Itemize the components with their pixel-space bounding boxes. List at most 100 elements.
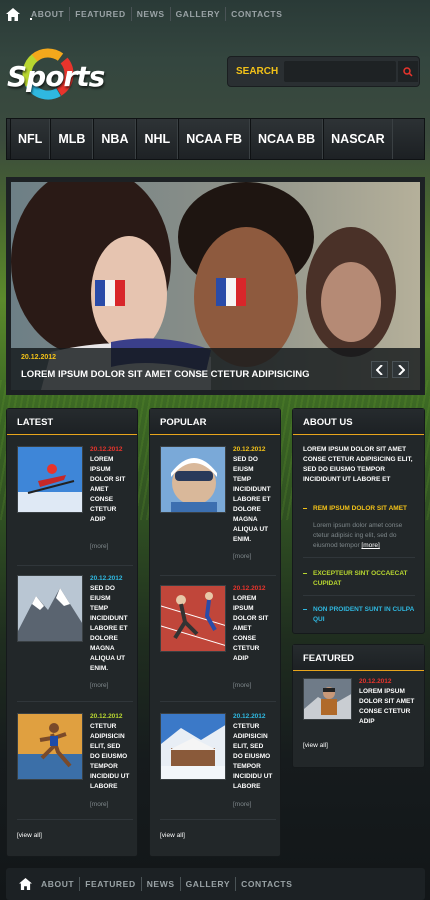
bullet-icon [303,508,307,509]
divider [17,565,133,566]
item-date: 20.12.2012 [233,713,266,720]
item-date: 20.12.2012 [233,446,266,453]
chevron-right-icon [397,364,405,375]
divider [17,701,133,702]
view-all-link[interactable]: [view all] [17,832,42,839]
item-date: 20.12.2012 [233,585,266,592]
about-link-3[interactable]: NON PROIDENT SUNT IN CULPA QUI [303,605,415,625]
hero-title[interactable]: LOREM IPSUM DOLOR SIT AMET CONSE CTETUR … [21,369,310,380]
search-icon [403,66,413,77]
item-date: 20.12.2012 [90,713,123,720]
popular-thumb-track[interactable] [160,585,226,652]
popular-thumb-skier-portrait[interactable] [160,446,226,513]
more-link[interactable]: [more] [233,553,251,560]
search-label: SEARCH [236,66,279,77]
search-input[interactable] [284,61,396,82]
item-text[interactable]: LOREM IPSUM DOLOR SIT AMET CONSE CTETUR … [90,455,130,525]
top-nav: ABOUT FEATURED NEWS GALLERY CONTACTS [0,0,430,28]
about-link-1-sub: Lorem ipsum dolor amet conse ctetur adip… [313,522,403,549]
menu-ncaa-fb[interactable]: NCAA FB [178,119,250,159]
chevron-left-icon [375,364,383,375]
sports-menu: NFL MLB NBA NHL NCAA FB NCAA BB NASCAR [6,118,425,160]
divider [160,701,276,702]
nav-about[interactable]: ABOUT [26,7,69,21]
featured-text-block: 20.12.2012 LOREM IPSUM DOLOR SIT AMET CO… [359,678,419,727]
menu-nhl[interactable]: NHL [136,119,179,159]
search-box: SEARCH [227,56,420,87]
divider [303,557,415,558]
more-link[interactable]: [more] [233,801,251,808]
divider [303,595,415,596]
menu-nascar[interactable]: NASCAR [323,119,393,159]
featured-panel: FEATURED 20.12.2012 LOREM IPSUM DOLOR SI… [292,644,425,768]
divider [160,819,276,820]
latest-thumb-runner[interactable] [17,713,83,780]
about-panel: ABOUT US LOREM IPSUM DOLOR SIT AMET CONS… [292,408,425,634]
popular-title: POPULAR [150,409,280,435]
more-link[interactable]: [more] [90,543,108,550]
divider [160,575,276,576]
nav-news[interactable]: NEWS [130,7,170,21]
slider-prev-button[interactable] [371,361,388,378]
featured-date: 20.12.2012 [359,678,392,685]
logo-text: Sports [7,60,105,93]
nav-gallery[interactable]: GALLERY [169,7,226,21]
item-text[interactable]: SED DO EIUSM TEMP INCIDIDUNT LABORE ET D… [233,455,273,545]
more-link[interactable]: [more] [90,682,108,689]
about-title: ABOUT US [293,409,424,435]
about-link-1-desc: Lorem ipsum dolor amet conse ctetur adip… [313,521,415,551]
item-date: 20.12.2012 [90,575,123,582]
footer-nav: ABOUT FEATURED NEWS GALLERY CONTACTS [6,868,425,900]
menu-mlb[interactable]: MLB [50,119,94,159]
featured-view-all[interactable]: [view all] [303,742,328,749]
more-link[interactable]: [more] [233,682,251,689]
hero-date: 20.12.2012 [21,354,57,361]
slider-next-button[interactable] [392,361,409,378]
hero-caption: 20.12.2012 LOREM IPSUM DOLOR SIT AMET CO… [11,348,420,390]
home-icon [6,7,20,21]
item-text[interactable]: CTETUR ADIPISICIN ELIT, SED DO EIUSMO TE… [233,722,273,792]
featured-thumb[interactable] [303,678,352,720]
hero-slider[interactable]: 20.12.2012 LOREM IPSUM DOLOR SIT AMET CO… [6,177,425,395]
footer-home-button[interactable] [14,870,36,898]
menu-nfl[interactable]: NFL [10,119,51,159]
home-button[interactable] [0,0,26,28]
item-text[interactable]: CTETUR ADIPISICIN ELIT, SED DO EIUSMO TE… [90,722,130,792]
bullet-icon [303,573,307,574]
active-indicator [30,18,32,20]
menu-nba[interactable]: NBA [93,119,137,159]
footer-nav-featured[interactable]: FEATURED [79,877,140,891]
latest-thumb-skier[interactable] [17,446,83,513]
latest-title: LATEST [7,409,137,435]
about-link-2[interactable]: EXCEPTEUR SINT OCCAECAT CUPIDAT [303,569,415,589]
bullet-icon [303,609,307,610]
latest-thumb-mountain[interactable] [17,575,83,642]
search-button[interactable] [398,61,418,82]
latest-panel: LATEST 20.12.2012 LOREM IPSUM DOLOR SIT … [6,408,138,857]
popular-thumb-resort[interactable] [160,713,226,780]
nav-contacts[interactable]: CONTACTS [225,7,287,21]
about-more-link[interactable]: [more] [361,542,379,549]
site-logo[interactable]: Sports [4,42,124,110]
item-text[interactable]: LOREM IPSUM DOLOR SIT AMET CONSE CTETUR … [233,594,273,664]
featured-text[interactable]: LOREM IPSUM DOLOR SIT AMET CONSE CTETUR … [359,687,419,727]
menu-ncaa-bb[interactable]: NCAA BB [249,119,324,159]
divider [17,819,133,820]
nav-featured[interactable]: FEATURED [69,7,130,21]
about-text: LOREM IPSUM DOLOR SIT AMET CONSE CTETUR … [303,446,413,483]
popular-panel: POPULAR 20.12.2012 SED DO EIUSM TEMP INC… [149,408,281,857]
footer-nav-about[interactable]: ABOUT [36,877,79,891]
about-link-3-text[interactable]: NON PROIDENT SUNT IN CULPA QUI [303,605,415,625]
home-icon [18,878,32,890]
more-link[interactable]: [more] [90,801,108,808]
item-date: 20.12.2012 [90,446,123,453]
about-link-1[interactable]: REM IPSUM DOLOR SIT AMET [303,504,415,514]
footer-nav-gallery[interactable]: GALLERY [179,877,236,891]
view-all-link[interactable]: [view all] [160,832,185,839]
about-link-1-text[interactable]: REM IPSUM DOLOR SIT AMET [303,504,415,514]
item-text[interactable]: SED DO EIUSM TEMP INCIDIDUNT LABORE ET D… [90,584,130,674]
footer-nav-contacts[interactable]: CONTACTS [235,877,297,891]
about-link-2-text[interactable]: EXCEPTEUR SINT OCCAECAT CUPIDAT [303,569,415,589]
featured-title: FEATURED [293,645,424,671]
footer-nav-news[interactable]: NEWS [140,877,180,891]
